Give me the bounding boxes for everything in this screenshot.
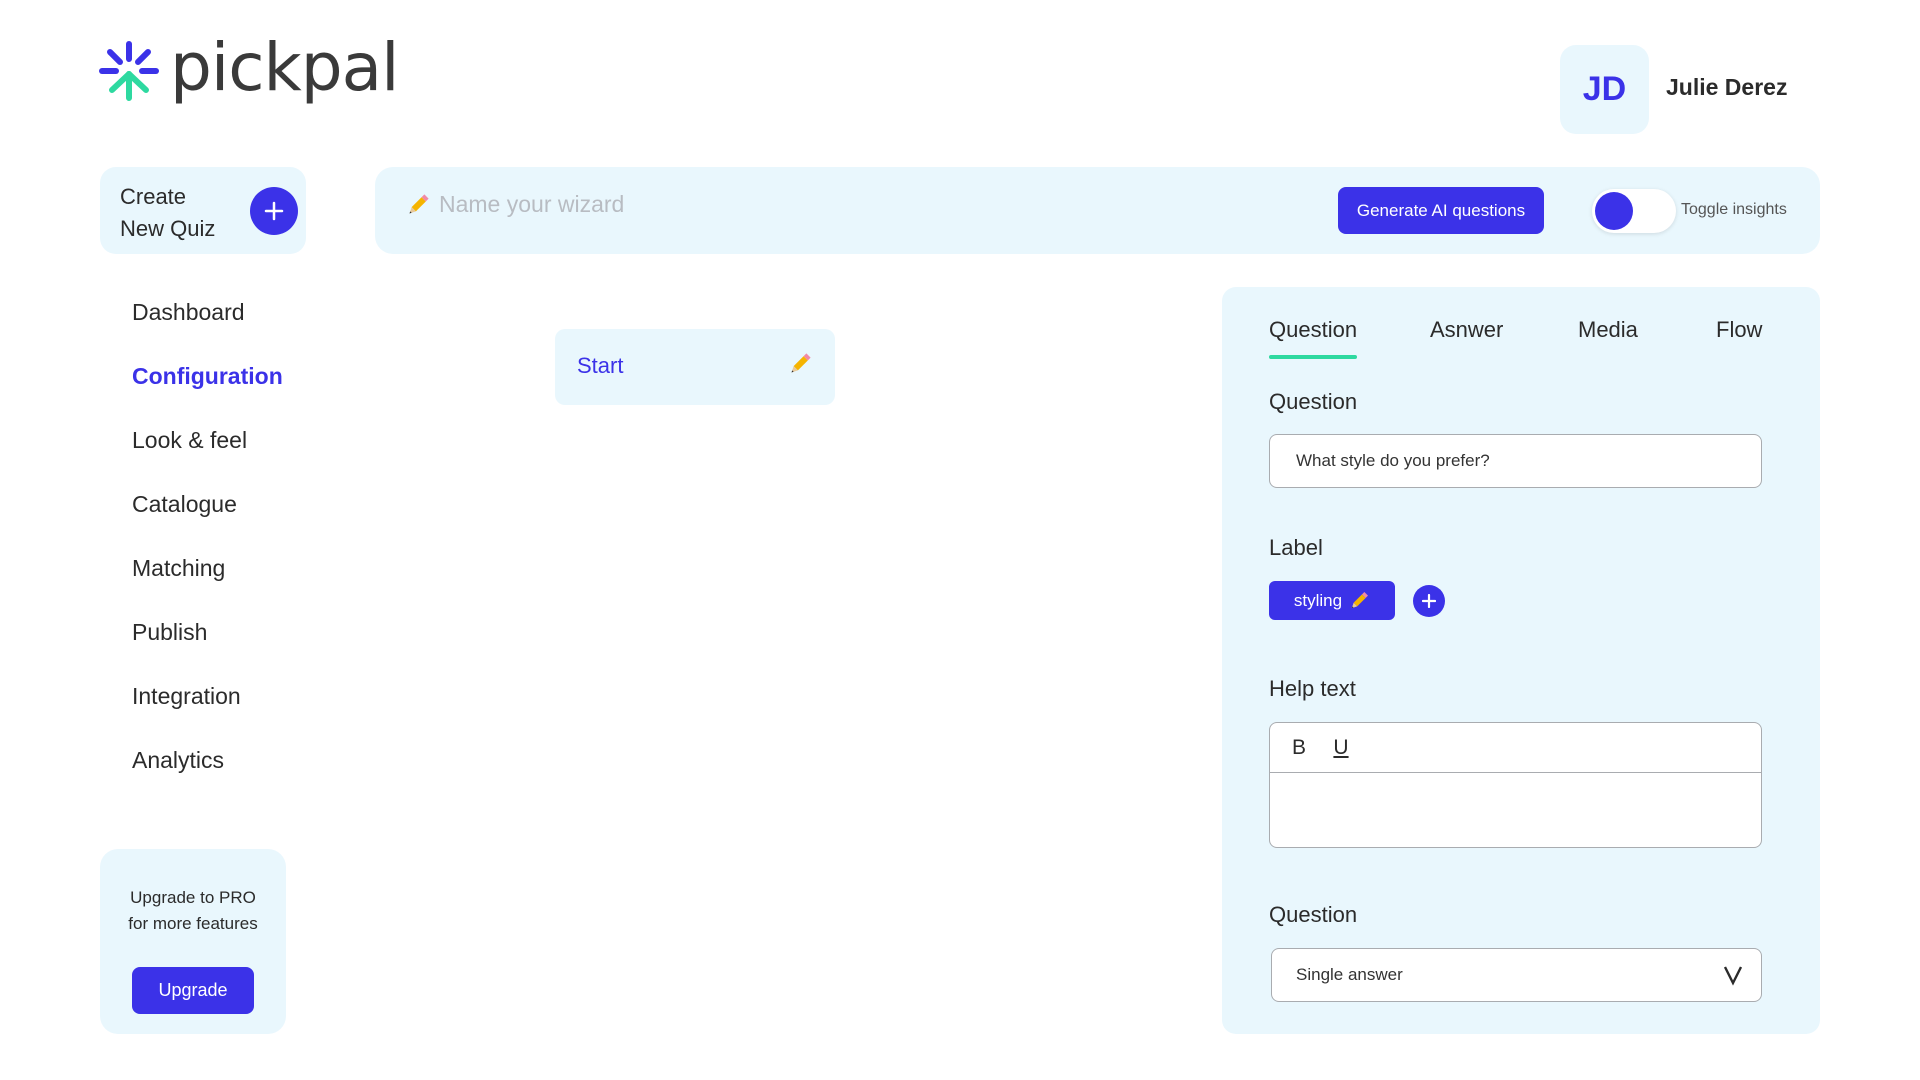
- sidebar-item-look-and-feel[interactable]: Look & feel: [132, 423, 283, 487]
- active-tab-indicator: [1269, 355, 1357, 359]
- help-text-label: Help text: [1269, 676, 1356, 701]
- question-type-value: Single answer: [1296, 965, 1403, 984]
- editor-toolbar: B U: [1270, 723, 1761, 773]
- wizard-name-input[interactable]: [439, 191, 1039, 218]
- upgrade-text: Upgrade to PRO for more features: [100, 885, 286, 937]
- app-name: pickpal: [170, 29, 399, 106]
- user-avatar[interactable]: JD: [1560, 45, 1649, 134]
- sidebar-item-analytics[interactable]: Analytics: [132, 743, 283, 807]
- toggle-knob: [1595, 192, 1633, 230]
- bold-button[interactable]: B: [1289, 736, 1309, 760]
- sidebar-item-catalogue[interactable]: Catalogue: [132, 487, 283, 551]
- start-node-label: Start: [577, 353, 624, 378]
- upgrade-button[interactable]: Upgrade: [132, 967, 254, 1014]
- app-logo[interactable]: pickpal: [98, 35, 399, 102]
- tab-media[interactable]: Media: [1578, 317, 1638, 343]
- upgrade-text-line1: Upgrade to PRO: [130, 888, 256, 907]
- chevron-down-icon: [1723, 966, 1743, 986]
- wizard-toolbar: Generate AI questions Toggle insights: [375, 167, 1820, 254]
- label-heading: Label: [1269, 535, 1323, 560]
- add-label-plus-icon[interactable]: [1413, 585, 1445, 617]
- create-quiz-label: Create New Quiz: [120, 181, 240, 245]
- sidebar-nav: Dashboard Configuration Look & feel Cata…: [132, 295, 283, 807]
- create-new-quiz-button[interactable]: Create New Quiz: [100, 167, 306, 254]
- question-label: Question: [1269, 389, 1358, 414]
- upgrade-text-line2: for more features: [128, 914, 258, 933]
- question-type-select[interactable]: Single answer: [1271, 948, 1762, 1002]
- sidebar-item-publish[interactable]: Publish: [132, 615, 283, 679]
- toggle-insights-label: Toggle insights: [1681, 201, 1787, 218]
- plus-icon[interactable]: [250, 187, 298, 235]
- help-text-editor: B U: [1269, 722, 1762, 848]
- sidebar-item-matching[interactable]: Matching: [132, 551, 283, 615]
- user-name[interactable]: Julie Derez: [1666, 74, 1787, 101]
- label-chip[interactable]: styling: [1269, 581, 1395, 620]
- question-input[interactable]: What style do you prefer?: [1269, 434, 1762, 488]
- pickpal-logo-icon: [99, 41, 159, 101]
- create-quiz-label-line2: New Quiz: [120, 216, 216, 241]
- tab-question[interactable]: Question: [1269, 317, 1357, 343]
- generate-ai-questions-button[interactable]: Generate AI questions: [1338, 187, 1544, 234]
- tab-answer[interactable]: Asnwer: [1430, 317, 1503, 343]
- pencil-icon: [1351, 591, 1369, 608]
- sidebar-item-dashboard[interactable]: Dashboard: [132, 295, 283, 359]
- label-chip-text: styling: [1293, 590, 1343, 610]
- edit-pencil-icon[interactable]: [787, 351, 813, 377]
- start-node[interactable]: Start: [555, 329, 835, 405]
- insights-toggle[interactable]: [1592, 189, 1676, 233]
- pencil-icon: [409, 193, 429, 213]
- sidebar-item-integration[interactable]: Integration: [132, 679, 283, 743]
- tab-flow[interactable]: Flow: [1716, 317, 1762, 343]
- upgrade-card: Upgrade to PRO for more features Upgrade: [100, 849, 286, 1034]
- help-text-body[interactable]: [1270, 773, 1761, 847]
- editor-tabs: Question Asnwer Media Flow: [1222, 317, 1820, 367]
- wizard-name-field: [405, 191, 1039, 218]
- underline-button[interactable]: U: [1331, 736, 1351, 760]
- create-quiz-label-line1: Create: [120, 184, 187, 209]
- sidebar-item-configuration[interactable]: Configuration: [132, 359, 283, 423]
- question-type-label: Question: [1269, 902, 1358, 927]
- question-editor-panel: Question Asnwer Media Flow Question What…: [1222, 287, 1820, 1034]
